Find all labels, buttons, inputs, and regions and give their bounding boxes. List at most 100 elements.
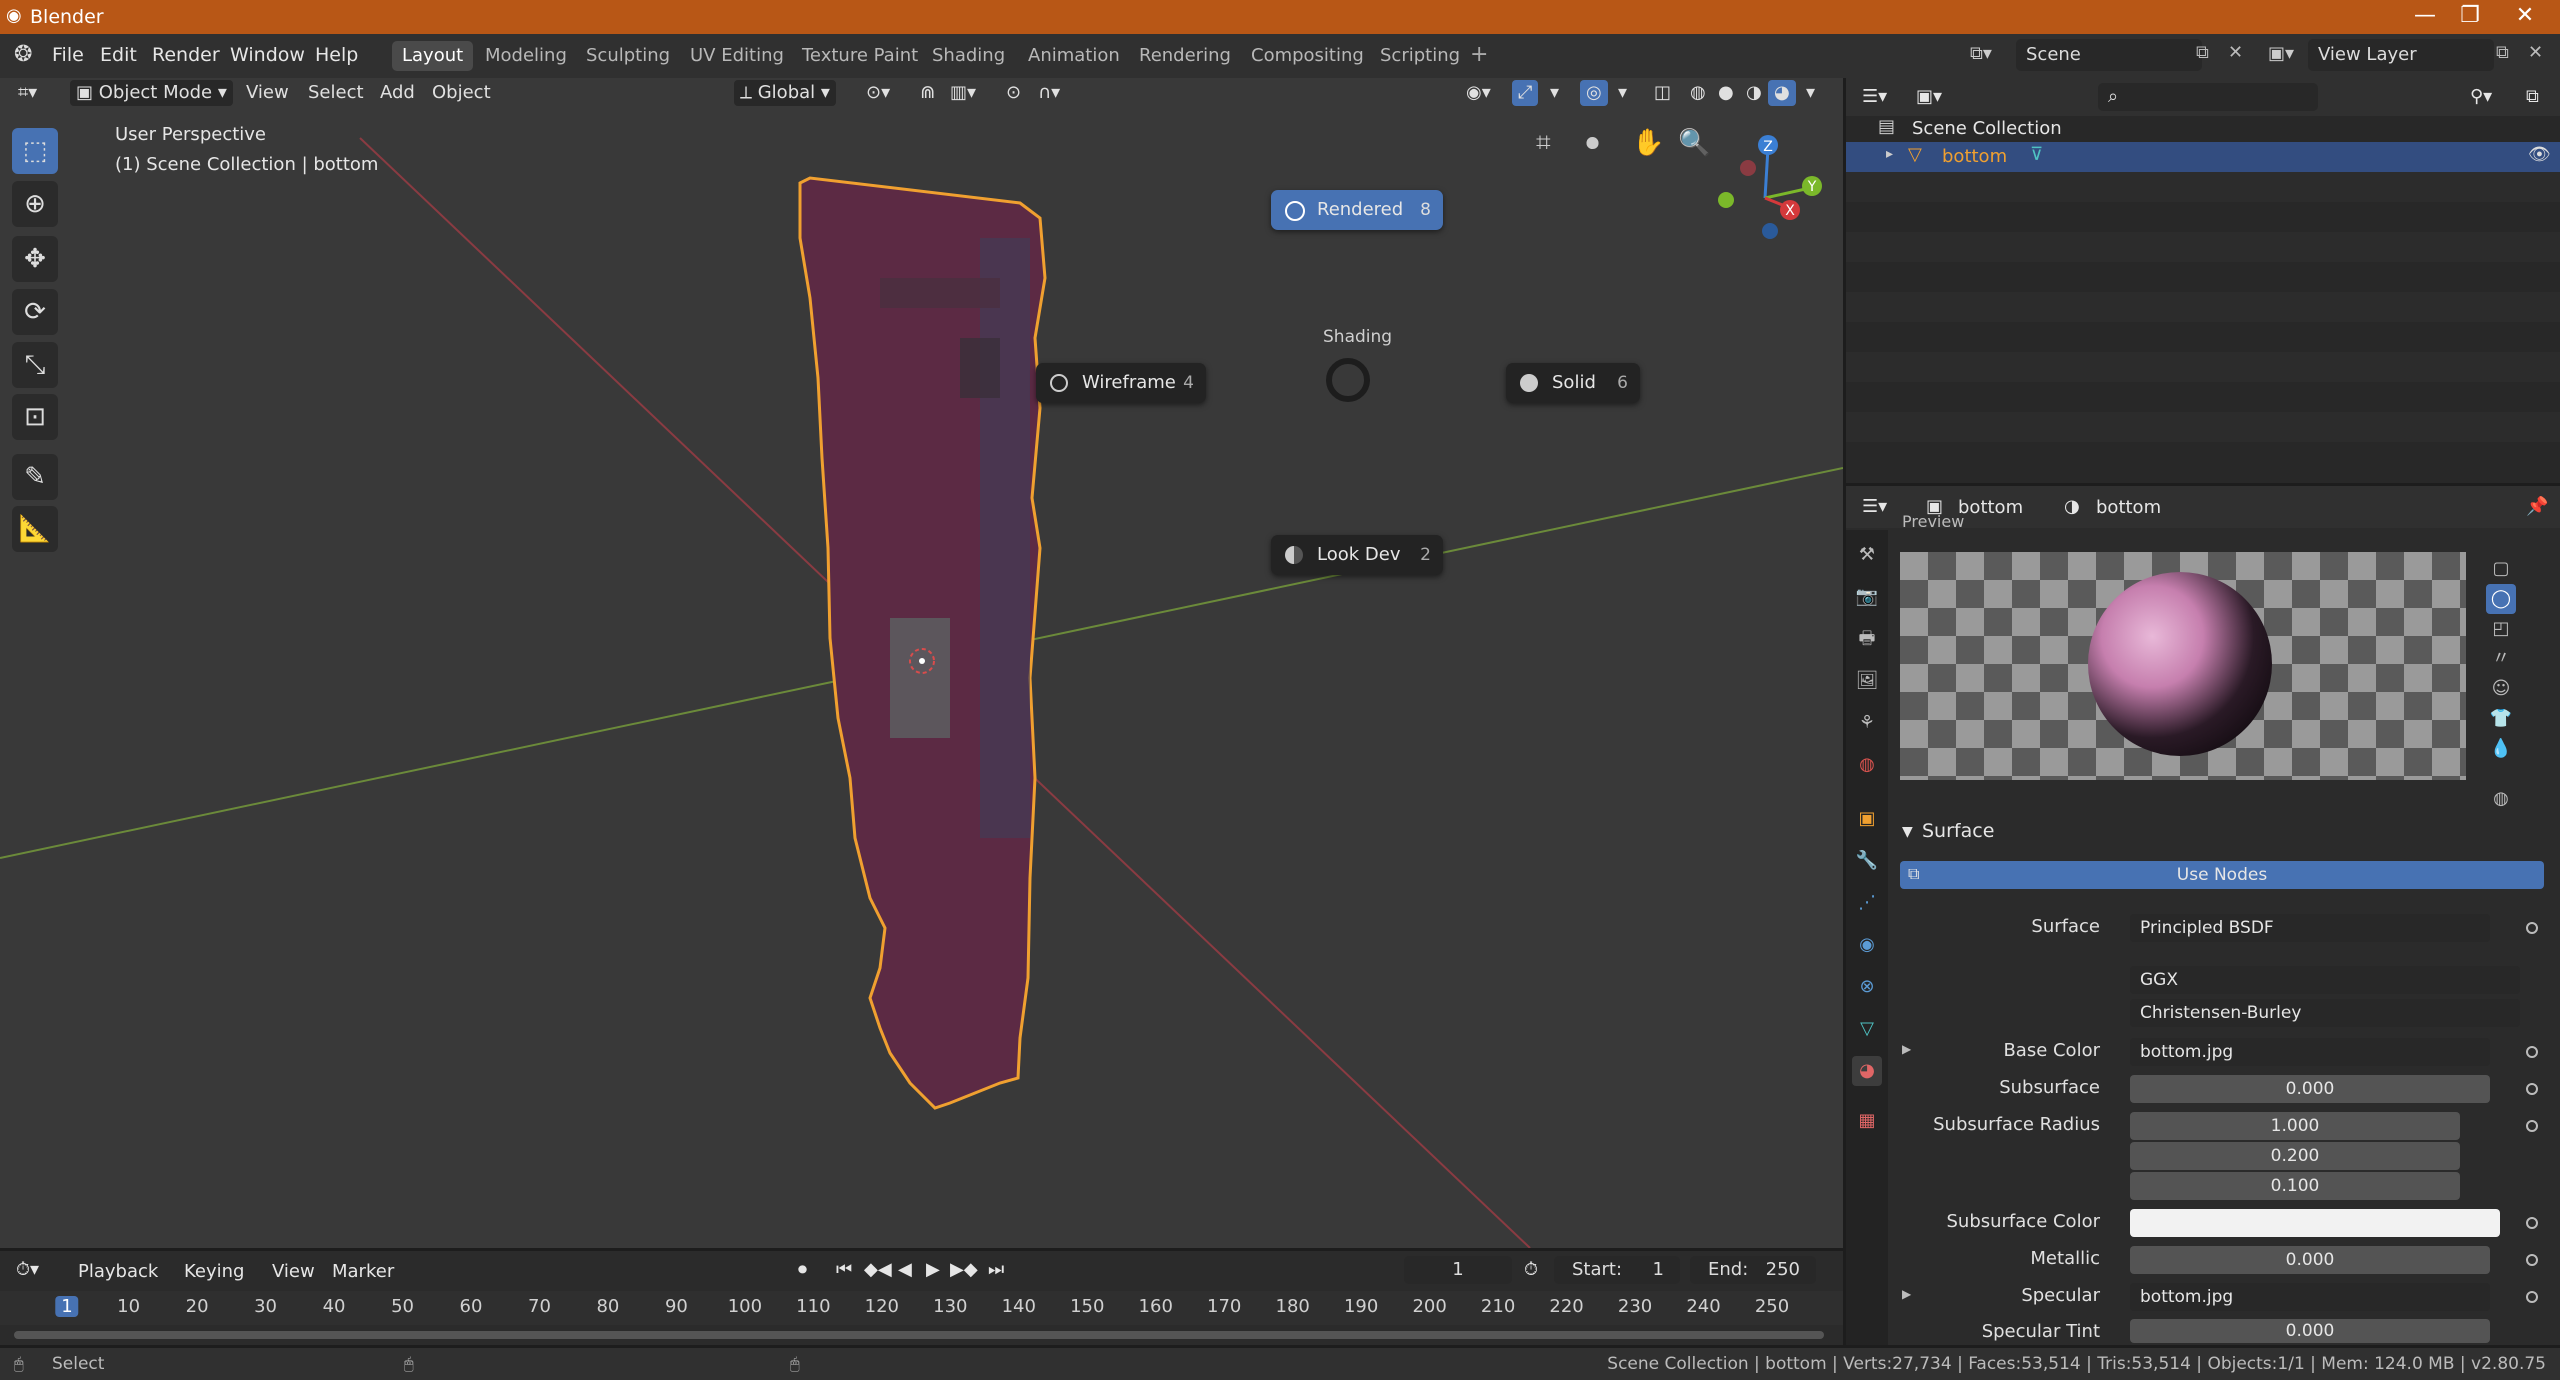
preview-fluid-icon[interactable]: 💧 xyxy=(2486,734,2516,764)
render-tab-icon[interactable]: 📷 xyxy=(1852,582,1882,612)
subsurface-method-dropdown[interactable]: Christensen-Burley xyxy=(2130,999,2520,1027)
scene-tab-icon[interactable]: ⚘ xyxy=(1852,708,1882,738)
menu-view[interactable]: View xyxy=(240,80,295,106)
view-layer-tab-icon[interactable]: 🖼 xyxy=(1852,666,1882,696)
properties-editor-type-icon[interactable]: ☰▾ xyxy=(1862,496,1887,517)
pie-item-wireframe[interactable]: Wireframe 4 xyxy=(1036,363,1206,403)
subsurface-color-swatch[interactable] xyxy=(2130,1209,2500,1237)
move-tool[interactable]: ✥ xyxy=(12,236,58,282)
surface-collapse-icon[interactable]: ▼ xyxy=(1902,824,1913,840)
specular-field[interactable]: bottom.jpg xyxy=(2130,1283,2490,1311)
new-view-layer-icon[interactable]: ⧉ xyxy=(2496,42,2509,63)
menu-keying[interactable]: Keying xyxy=(184,1261,244,1282)
camera-icon[interactable]: ⏺ xyxy=(1586,128,1599,159)
timeline-ruler[interactable]: 1 10 20 30 40 50 60 70 80 90 100 110 120 130 140 150 160… xyxy=(0,1291,1843,1325)
end-frame-field[interactable]: End: 250 xyxy=(1690,1256,1816,1284)
pie-item-solid[interactable]: Solid 6 xyxy=(1506,363,1640,403)
tab-rendering[interactable]: Rendering xyxy=(1129,41,1241,71)
physics-tab-icon[interactable]: ◉ xyxy=(1852,930,1882,960)
overlay-dropdown-icon[interactable]: ▾ xyxy=(1612,80,1633,106)
remove-view-layer-icon[interactable]: ✕ xyxy=(2528,42,2543,63)
tab-animation[interactable]: Animation xyxy=(1018,41,1130,71)
preview-range-icon[interactable]: ⏱ xyxy=(1524,1259,1538,1280)
expand-arrow-icon[interactable]: ▸ xyxy=(1886,146,1893,162)
gizmo-dropdown-icon[interactable]: ▾ xyxy=(1544,80,1565,106)
mode-dropdown[interactable]: ▣ Object Mode ▾ xyxy=(70,80,233,106)
measure-tool[interactable]: 📐 xyxy=(12,506,58,552)
jump-end-icon[interactable]: ⏭ xyxy=(988,1259,1004,1280)
start-frame-field[interactable]: Start: 1 xyxy=(1554,1256,1680,1284)
preview-flat-icon[interactable]: ▢ xyxy=(2486,554,2516,584)
preview-cube-icon[interactable]: ◰ xyxy=(2486,614,2516,644)
maximize-button[interactable]: ❐ xyxy=(2450,3,2490,28)
metallic-field[interactable]: 0.000 xyxy=(2130,1246,2490,1274)
orientation-dropdown[interactable]: ⟂ Global ▾ xyxy=(734,80,836,106)
display-mode-icon[interactable]: ▣▾ xyxy=(1916,86,1942,107)
cursor-tool[interactable]: ⊕ xyxy=(12,181,58,227)
jump-start-icon[interactable]: ⏮ xyxy=(836,1259,852,1280)
timeline-scrollbar[interactable] xyxy=(14,1331,1824,1339)
select-box-tool[interactable]: ⬚ xyxy=(12,128,58,174)
menu-add[interactable]: Add xyxy=(374,80,421,106)
menu-object[interactable]: Object xyxy=(426,80,497,106)
specular-tint-field[interactable]: 0.000 xyxy=(2130,1319,2490,1343)
annotate-tool[interactable]: ✎ xyxy=(12,454,58,500)
surface-shader-dropdown[interactable]: Principled BSDF xyxy=(2130,914,2490,942)
shading-rendered-icon[interactable]: ◕ xyxy=(1768,80,1796,106)
transform-tool[interactable]: ⊡ xyxy=(12,394,58,440)
current-frame-field[interactable]: 1 xyxy=(1404,1256,1512,1284)
remove-scene-icon[interactable]: ✕ xyxy=(2228,42,2243,63)
play-reverse-icon[interactable]: ◀ xyxy=(898,1259,912,1280)
shading-wireframe-icon[interactable]: ◍ xyxy=(1684,80,1712,106)
constraints-tab-icon[interactable]: ⊗ xyxy=(1852,972,1882,1002)
menu-playback[interactable]: Playback xyxy=(78,1261,158,1282)
specular-link-icon[interactable] xyxy=(2526,1291,2538,1303)
surface-panel-title[interactable]: Surface xyxy=(1922,820,1994,842)
distribution-dropdown[interactable]: GGX xyxy=(2130,966,2520,994)
tab-modeling[interactable]: Modeling xyxy=(475,41,577,71)
view-layer-field[interactable]: View Layer xyxy=(2308,39,2494,71)
snap-target-icon[interactable]: ▥▾ xyxy=(944,80,982,106)
preview-cloth-icon[interactable]: 👕 xyxy=(2486,704,2516,734)
outliner-search[interactable]: ⌕ xyxy=(2098,83,2318,111)
subsurface-field[interactable]: 0.000 xyxy=(2130,1075,2490,1103)
subsurface-link-icon[interactable] xyxy=(2526,1083,2538,1095)
scale-tool[interactable]: ⤡ xyxy=(12,342,58,388)
subsurface-radius-y[interactable]: 0.200 xyxy=(2130,1142,2460,1170)
menu-help[interactable]: Help xyxy=(315,44,358,66)
falloff-icon[interactable]: ∩▾ xyxy=(1032,80,1066,106)
timeline-editor-type-icon[interactable]: ⏱▾ xyxy=(16,1259,39,1280)
world-tab-icon[interactable]: ◍ xyxy=(1852,750,1882,780)
subsurface-radius-z[interactable]: 0.100 xyxy=(2130,1172,2460,1200)
tab-layout[interactable]: Layout xyxy=(392,41,474,71)
object-tab-icon[interactable]: ▣ xyxy=(1852,804,1882,834)
next-keyframe-icon[interactable]: ▶◆ xyxy=(950,1259,978,1280)
use-nodes-button[interactable]: ⧉ Use Nodes xyxy=(1900,861,2544,889)
scene-collection-label[interactable]: Scene Collection xyxy=(1912,118,2062,139)
subsurface-radius-x[interactable]: 1.000 xyxy=(2130,1112,2460,1140)
rotate-tool[interactable]: ⟳ xyxy=(12,289,58,335)
filter-icon[interactable]: ⚲▾ xyxy=(2470,86,2492,107)
editor-type-icon[interactable]: ⌗▾ xyxy=(12,80,43,106)
preview-sphere-icon[interactable]: ◯ xyxy=(2486,584,2516,614)
tab-texture-paint[interactable]: Texture Paint xyxy=(792,41,928,71)
toggle-camera-view-icon[interactable]: ⌗ xyxy=(1536,128,1551,159)
play-icon[interactable]: ▶ xyxy=(926,1259,940,1280)
texture-tab-icon[interactable]: ▦ xyxy=(1852,1106,1882,1136)
menu-select[interactable]: Select xyxy=(302,80,370,106)
scene-field[interactable]: Scene xyxy=(2016,39,2202,71)
surface-link-icon[interactable] xyxy=(2526,922,2538,934)
material-tab-icon[interactable]: ◕ xyxy=(1852,1056,1882,1086)
prev-keyframe-icon[interactable]: ◆◀ xyxy=(864,1259,892,1280)
output-tab-icon[interactable]: 🖶 xyxy=(1852,624,1882,654)
minimize-button[interactable]: — xyxy=(2405,3,2445,28)
pan-hand-icon[interactable]: ✋ xyxy=(1632,128,1664,158)
shading-solid-icon[interactable]: ● xyxy=(1712,80,1740,106)
eye-visibility-icon[interactable]: 👁 xyxy=(2528,144,2551,165)
data-tab-icon[interactable]: ▽ xyxy=(1852,1014,1882,1044)
subsurface-radius-link-icon[interactable] xyxy=(2526,1120,2538,1132)
outliner-editor-type-icon[interactable]: ☰▾ xyxy=(1862,86,1887,107)
tool-tab-icon[interactable]: ⚒ xyxy=(1852,540,1882,570)
base-color-field[interactable]: bottom.jpg xyxy=(2130,1038,2490,1066)
particles-tab-icon[interactable]: ⋰ xyxy=(1852,888,1882,918)
